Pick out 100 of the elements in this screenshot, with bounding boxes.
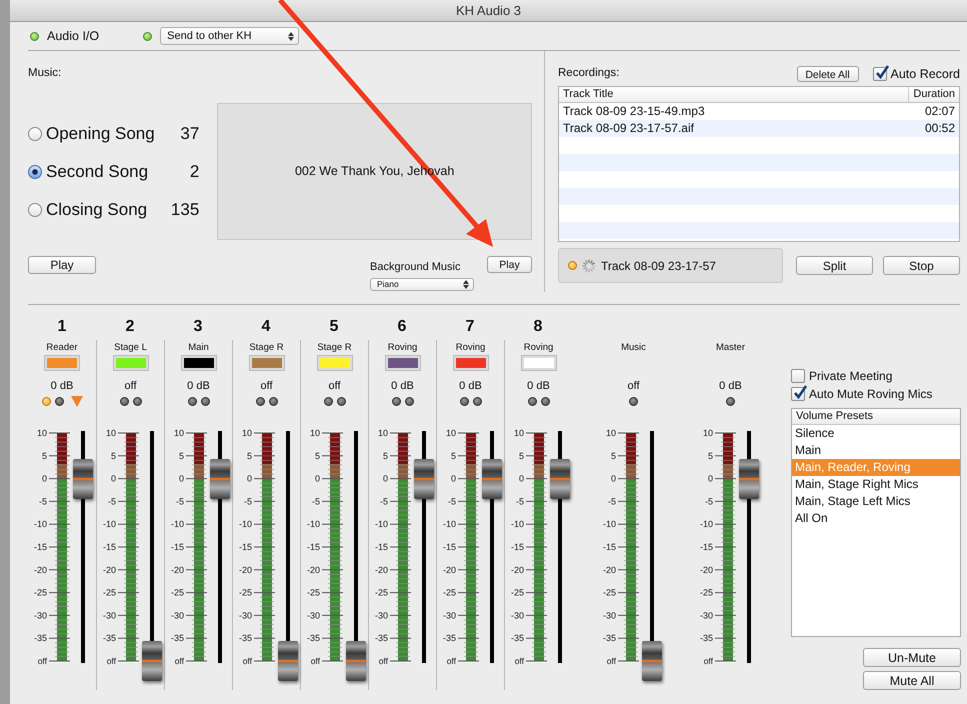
spinner-icon	[582, 258, 596, 272]
scale-label: -25	[602, 588, 616, 598]
channel-number: 4	[262, 317, 270, 337]
scale-label: -20	[602, 564, 616, 575]
preset-item[interactable]: Main, Stage Right Mics	[792, 476, 960, 493]
scale-label: -15	[442, 542, 456, 552]
level-reading: off	[328, 379, 341, 393]
color-swatch[interactable]	[454, 356, 488, 370]
scale-label: 10	[36, 428, 47, 438]
fader-thumb[interactable]	[738, 458, 758, 499]
scale-label: -10	[102, 519, 116, 530]
scale-label: off	[106, 656, 116, 666]
scale-label: 10	[173, 428, 184, 438]
color-swatch[interactable]	[114, 356, 148, 370]
scale-label: 10	[513, 428, 524, 438]
checkbox[interactable]	[872, 67, 887, 81]
color-swatch[interactable]	[45, 356, 79, 370]
song-label[interactable]: Second Song	[46, 159, 190, 185]
scale-label: off	[703, 656, 712, 666]
scale-label: 0	[450, 474, 456, 484]
delete-all-button[interactable]: Delete All	[796, 66, 859, 82]
preset-item[interactable]: Silence	[792, 425, 960, 442]
scale-label: -20	[102, 564, 116, 575]
scale-label: -5	[243, 496, 252, 506]
channel-name: Roving	[524, 342, 554, 355]
radio-button[interactable]	[28, 165, 42, 179]
scale-label: 0	[518, 474, 524, 484]
scale-label: -5	[107, 496, 116, 506]
color-swatch[interactable]	[522, 356, 556, 370]
scale-label: 10	[605, 428, 616, 438]
fader-thumb[interactable]	[210, 458, 230, 499]
fader-thumb[interactable]	[550, 458, 570, 499]
fader-thumb[interactable]	[278, 641, 298, 681]
scale-label: -5	[515, 496, 524, 506]
fader-thumb[interactable]	[346, 641, 366, 681]
radio-button[interactable]	[28, 203, 42, 217]
piano-dropdown[interactable]: Piano	[370, 278, 474, 290]
channel-name: Main	[188, 342, 209, 355]
scale-label: 0	[610, 474, 616, 484]
scale-label: -25	[170, 588, 184, 598]
scale-label: -10	[238, 519, 252, 530]
scale-label: -25	[699, 588, 712, 598]
color-swatch[interactable]	[318, 356, 352, 370]
channel-number: 3	[194, 317, 202, 337]
radio-button[interactable]	[28, 127, 42, 141]
scale-label: 0	[314, 474, 320, 484]
channel-name: Music	[621, 342, 646, 355]
color-swatch[interactable]	[250, 356, 284, 370]
scale-label: -10	[374, 519, 388, 530]
scale-label: -10	[510, 519, 524, 530]
song-label[interactable]: Closing Song	[46, 197, 171, 223]
section-label: Music:	[28, 66, 62, 79]
scale-label: -30	[170, 610, 184, 620]
scale-label: 5	[518, 450, 524, 461]
fader-thumb[interactable]	[73, 458, 93, 499]
mute-button[interactable]: Mute All	[863, 671, 961, 690]
checkbox-label[interactable]: Private Meeting	[809, 367, 892, 385]
preset-item[interactable]: Main	[792, 442, 960, 459]
scale-label: 10	[445, 428, 456, 438]
preset-item[interactable]: Main, Stage Left Mics	[792, 493, 960, 510]
column-header[interactable]: Track Title	[559, 87, 908, 102]
checkbox[interactable]	[791, 369, 805, 383]
mute-button[interactable]: Un-Mute	[863, 648, 961, 667]
scale-label: 10	[105, 428, 116, 438]
fader-thumb[interactable]	[142, 641, 162, 681]
scale-label: -15	[102, 542, 116, 552]
play-button[interactable]: Play	[487, 256, 532, 273]
scale-label: -10	[306, 519, 320, 530]
scale-label: -30	[306, 610, 320, 620]
level-reading: 0 dB	[50, 379, 74, 393]
scale-label: -30	[102, 610, 116, 620]
play-button[interactable]: Play	[28, 256, 96, 274]
send-dropdown[interactable]: Send to other KH	[160, 27, 300, 45]
scale-label: -15	[602, 542, 616, 552]
fader-thumb[interactable]	[642, 641, 662, 681]
checkbox-label[interactable]: Auto Mute Roving Mics	[809, 385, 932, 403]
scale-label: 0	[707, 474, 712, 484]
fader-thumb[interactable]	[482, 458, 502, 499]
color-swatch[interactable]	[182, 356, 216, 370]
column-header[interactable]: Duration	[908, 87, 959, 102]
scale-label: off	[446, 656, 456, 666]
color-swatch[interactable]	[386, 356, 420, 370]
preset-item[interactable]: All On	[792, 510, 960, 527]
scale-label: -20	[510, 564, 524, 575]
scale-label: -10	[602, 519, 616, 530]
scale-label: -30	[602, 610, 616, 620]
stop-button[interactable]: Stop	[883, 256, 960, 275]
updown-arrows-icon	[463, 280, 469, 288]
checkbox[interactable]	[791, 387, 805, 401]
scale-label: 5	[178, 450, 184, 461]
channel-name: Stage R	[249, 342, 284, 355]
split-button[interactable]: Split	[796, 256, 873, 275]
scale-label: -20	[238, 564, 252, 575]
channel-name: Stage L	[114, 342, 147, 355]
fader-thumb[interactable]	[414, 458, 434, 499]
scale-label: 5	[450, 450, 456, 461]
checkbox-label[interactable]: Auto Record	[890, 64, 960, 84]
scale-label: 0	[178, 474, 184, 484]
table-cell-text: Track 08-09 23-15-49.mp3	[562, 103, 706, 120]
song-label[interactable]: Opening Song	[46, 121, 180, 147]
